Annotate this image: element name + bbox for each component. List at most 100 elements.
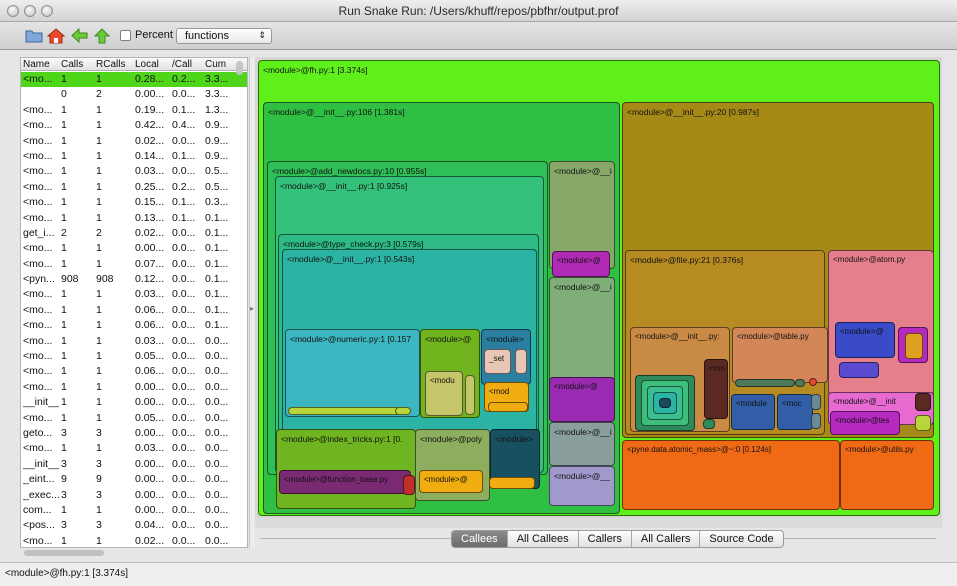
map-block[interactable]: <pyne.data.atomic_mass>@~:0 [0.124s] bbox=[622, 440, 840, 510]
cell-percall: 0.1... bbox=[172, 103, 196, 116]
map-block[interactable] bbox=[395, 407, 411, 415]
tab-all-callees[interactable]: All Callees bbox=[508, 531, 579, 547]
cell-calls: 1 bbox=[61, 165, 67, 178]
map-block[interactable] bbox=[915, 393, 931, 411]
column-header-calls[interactable]: Calls bbox=[61, 59, 94, 70]
map-block[interactable]: <modu bbox=[425, 371, 463, 416]
status-bar: <module>@fh.py:1 [3.374s] bbox=[0, 562, 957, 586]
percent-checkbox[interactable] bbox=[120, 30, 131, 41]
table-row[interactable]: <mo... 1 1 0.06... 0.0... 0.1... bbox=[21, 318, 247, 333]
home-icon[interactable] bbox=[47, 27, 65, 44]
map-block[interactable] bbox=[488, 402, 528, 412]
map-block[interactable] bbox=[905, 333, 923, 359]
table-row[interactable]: <mo... 1 1 0.03... 0.0... 0.5... bbox=[21, 164, 247, 179]
table-row[interactable]: <mo... 1 1 0.03... 0.0... 0.0... bbox=[21, 334, 247, 349]
function-list[interactable]: Name Calls RCalls Local /Call Cum <mo...… bbox=[20, 57, 248, 548]
map-block[interactable]: <module>@function_base.py bbox=[279, 470, 411, 494]
tab-source-code[interactable]: Source Code bbox=[700, 531, 782, 547]
table-row[interactable]: <mo... 1 1 0.00... 0.0... 0.0... bbox=[21, 380, 247, 395]
map-block[interactable]: <module>@ bbox=[552, 251, 610, 277]
table-row[interactable]: com... 1 1 0.00... 0.0... 0.0... bbox=[21, 503, 247, 518]
table-row[interactable]: <mo... 1 1 0.06... 0.0... 0.1... bbox=[21, 303, 247, 318]
square-map[interactable]: <module>@fh.py:1 [3.374s] <module>@__init… bbox=[255, 57, 942, 518]
table-row[interactable]: geto... 3 3 0.00... 0.0... 0.0... bbox=[21, 426, 247, 441]
map-block[interactable]: <module>@__i bbox=[549, 422, 615, 466]
column-header-percall[interactable]: /Call bbox=[172, 59, 201, 70]
map-block[interactable] bbox=[403, 475, 415, 495]
map-block[interactable]: <moc bbox=[777, 394, 813, 430]
table-row[interactable]: <mo... 1 1 0.25... 0.2... 0.5... bbox=[21, 180, 247, 195]
table-row[interactable]: <mo... 1 1 0.15... 0.1... 0.3... bbox=[21, 195, 247, 210]
map-block[interactable] bbox=[809, 378, 817, 386]
cell-rcalls: 1 bbox=[96, 73, 102, 85]
column-header-name[interactable]: Name bbox=[23, 59, 61, 70]
map-block[interactable] bbox=[839, 362, 879, 378]
tab-callees[interactable]: Callees bbox=[452, 531, 508, 547]
map-block[interactable] bbox=[465, 375, 475, 415]
map-block[interactable]: <module>@__ bbox=[549, 466, 615, 506]
map-block[interactable] bbox=[489, 477, 535, 489]
map-block[interactable]: <module>@ bbox=[419, 470, 483, 493]
table-row[interactable]: <mo... 1 1 0.13... 0.1... 0.1... bbox=[21, 211, 247, 226]
table-row[interactable]: <mo... 1 1 0.19... 0.1... 1.3... bbox=[21, 103, 247, 118]
cell-calls: 3 bbox=[61, 488, 67, 501]
map-block[interactable] bbox=[735, 379, 795, 387]
table-row[interactable]: <mo... 1 1 0.07... 0.0... 0.1... bbox=[21, 257, 247, 272]
up-arrow-icon[interactable] bbox=[93, 27, 111, 44]
table-row[interactable]: <mo... 1 1 0.02... 0.0... 0.0... bbox=[21, 534, 247, 547]
map-block[interactable]: <module>@ bbox=[549, 377, 615, 422]
table-row[interactable]: <mo... 1 1 0.02... 0.0... 0.9... bbox=[21, 134, 247, 149]
table-row[interactable]: <mo... 1 1 0.42... 0.4... 0.9... bbox=[21, 118, 247, 133]
cell-calls: 2 bbox=[61, 226, 67, 239]
map-block[interactable] bbox=[515, 349, 527, 374]
map-block-label: <module>@file.py:21 [0.376s] bbox=[630, 255, 744, 265]
table-row[interactable]: <mo... 1 1 0.05... 0.0... 0.0... bbox=[21, 349, 247, 364]
map-block[interactable]: <module bbox=[731, 394, 775, 430]
cell-rcalls: 1 bbox=[96, 288, 102, 301]
cell-name: <mo... bbox=[23, 242, 53, 255]
map-block[interactable] bbox=[703, 419, 715, 429]
table-row[interactable]: _eint... 9 9 0.00... 0.0... 0.0... bbox=[21, 472, 247, 487]
table-row[interactable]: <mo... 1 1 0.28... 0.2... 3.3... bbox=[21, 72, 247, 88]
table-row[interactable]: <mo... 1 1 0.03... 0.0... 0.1... bbox=[21, 287, 247, 302]
map-block[interactable] bbox=[915, 415, 931, 431]
column-header-local[interactable]: Local bbox=[135, 59, 168, 70]
table-row[interactable]: <mo... 1 1 0.03... 0.0... 0.0... bbox=[21, 441, 247, 456]
cell-cum: 0.9... bbox=[205, 119, 229, 132]
table-row[interactable]: <mo... 1 1 0.00... 0.0... 0.1... bbox=[21, 241, 247, 256]
view-mode-select[interactable]: functions ⇕ bbox=[176, 28, 272, 44]
map-block[interactable]: <module>@table.py bbox=[732, 327, 828, 383]
table-row[interactable]: <pos... 3 3 0.04... 0.0... 0.0... bbox=[21, 518, 247, 533]
open-folder-icon[interactable] bbox=[25, 27, 43, 44]
table-row[interactable]: <mo... 1 1 0.05... 0.0... 0.0... bbox=[21, 411, 247, 426]
tab-all-callers[interactable]: All Callers bbox=[632, 531, 701, 547]
map-splitter[interactable] bbox=[255, 518, 942, 528]
map-block[interactable]: <module>@index_tricks.py:1 [0. bbox=[276, 429, 416, 509]
map-block[interactable] bbox=[811, 413, 821, 429]
map-block[interactable]: <module>@utils.py bbox=[840, 440, 934, 510]
table-row[interactable]: 0 2 0.00... 0.0... 3.3... bbox=[21, 87, 247, 102]
map-block[interactable]: <module>@tes bbox=[830, 411, 900, 435]
list-horizontal-scrollbar[interactable] bbox=[24, 550, 104, 556]
table-row[interactable]: <pyn... 908 908 0.12... 0.0... 0.1... bbox=[21, 272, 247, 287]
table-row[interactable]: _exec... 3 3 0.00... 0.0... 0.0... bbox=[21, 488, 247, 503]
table-row[interactable]: __init__ 3 3 0.00... 0.0... 0.0... bbox=[21, 457, 247, 472]
list-vertical-scrollbar[interactable] bbox=[236, 61, 243, 75]
map-block[interactable]: <mo bbox=[704, 359, 728, 419]
tab-callers[interactable]: Callers bbox=[579, 531, 632, 547]
map-block[interactable]: <module>@__i bbox=[549, 277, 615, 383]
back-arrow-icon[interactable] bbox=[70, 27, 88, 44]
cell-cum: 0.1... bbox=[205, 226, 229, 239]
table-row[interactable]: get_i... 2 2 0.02... 0.0... 0.1... bbox=[21, 226, 247, 241]
table-row[interactable]: <mo... 1 1 0.14... 0.1... 0.9... bbox=[21, 149, 247, 164]
column-header-rcalls[interactable]: RCalls bbox=[96, 59, 130, 70]
map-block[interactable] bbox=[811, 394, 821, 410]
map-block[interactable]: _set bbox=[484, 349, 511, 374]
map-block[interactable]: <module>@ bbox=[835, 322, 895, 358]
table-row[interactable]: <mo... 1 1 0.06... 0.0... 0.0... bbox=[21, 364, 247, 379]
map-block[interactable] bbox=[659, 398, 671, 408]
map-block[interactable] bbox=[288, 407, 410, 415]
table-row[interactable]: __init__ 1 1 0.00... 0.0... 0.0... bbox=[21, 395, 247, 410]
map-block[interactable] bbox=[795, 379, 805, 387]
map-block[interactable]: <module>@numeric.py:1 [0.157 bbox=[285, 329, 420, 417]
